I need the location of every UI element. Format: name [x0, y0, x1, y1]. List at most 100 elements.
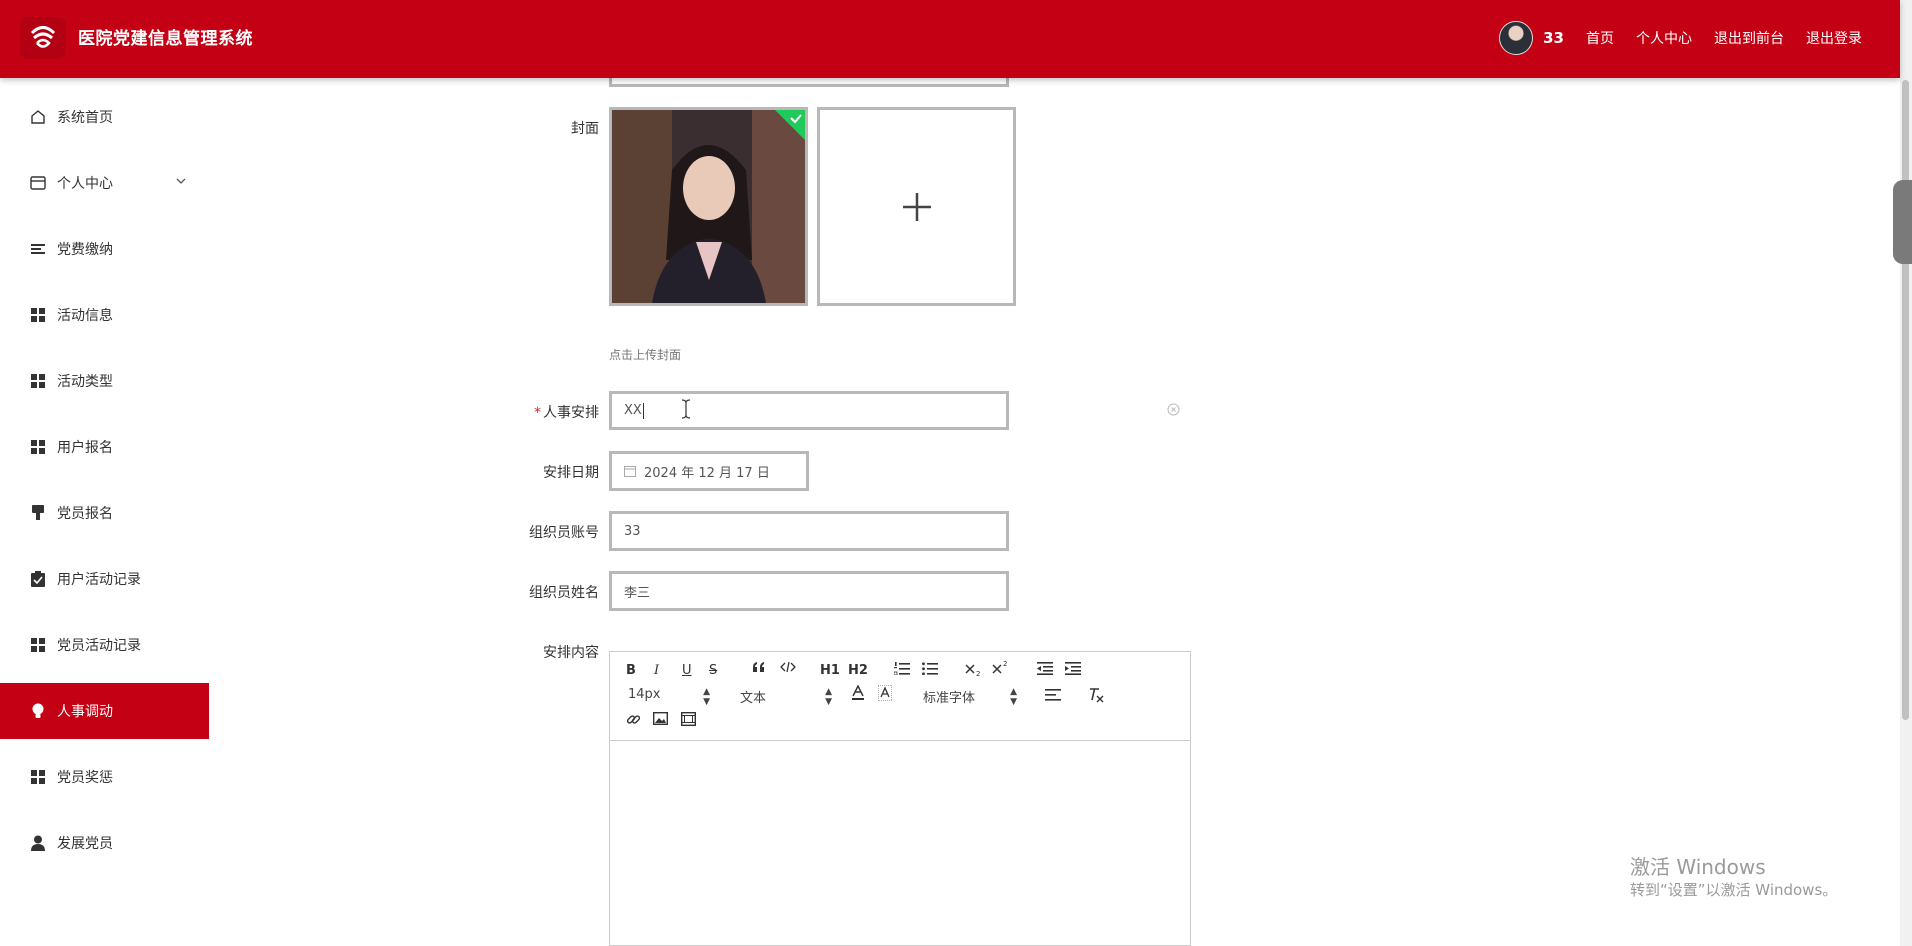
- scrollbar-thumb[interactable]: [1902, 80, 1909, 720]
- sidebar-item-label: 系统首页: [57, 110, 113, 126]
- text-caret: [642, 402, 644, 419]
- user-name: 33: [1543, 29, 1564, 47]
- h2-button[interactable]: H2: [848, 663, 868, 678]
- plus-icon: [903, 193, 931, 221]
- page-scrollbar[interactable]: [1900, 0, 1912, 946]
- subscript-icon[interactable]: 2: [965, 661, 983, 681]
- nav-home-link[interactable]: 首页: [1586, 28, 1614, 48]
- font-size-value: 14px: [628, 687, 661, 702]
- clear-format-icon[interactable]: [1088, 687, 1104, 707]
- header-nav: 33 首页 个人中心 退出到前台 退出登录: [1499, 20, 1862, 56]
- code-icon[interactable]: [780, 661, 796, 677]
- app-logo[interactable]: [20, 17, 66, 59]
- outdent-icon[interactable]: [1037, 662, 1053, 679]
- blockquote-icon[interactable]: [752, 661, 766, 677]
- grid-icon: [29, 306, 47, 324]
- text-style-select[interactable]: 文本 ▲ ▼: [740, 687, 832, 707]
- rich-text-editor: B I U S H1 H2 2 2 14px ▲ ▼ 文本 ▲ ▼ 标准字体 ▲…: [609, 651, 1191, 946]
- chevron-down-icon: [176, 173, 186, 189]
- date-picker-input[interactable]: 2024 年 12 月 17 日: [609, 451, 809, 491]
- editor-toolbar: B I U S H1 H2 2 2 14px ▲ ▼ 文本 ▲ ▼ 标准字体 ▲…: [610, 652, 1190, 741]
- font-size-select[interactable]: 14px ▲ ▼: [628, 687, 710, 707]
- sidebar-item-member-rewards[interactable]: 党员奖惩: [0, 749, 209, 805]
- sidebar-item-personnel-transfer[interactable]: 人事调动: [0, 683, 209, 739]
- sidebar-item-label: 用户报名: [57, 440, 113, 456]
- font-family-select[interactable]: 标准字体 ▲ ▼: [923, 687, 1017, 707]
- upload-cover-button[interactable]: [817, 107, 1016, 306]
- nav-profile-link[interactable]: 个人中心: [1636, 28, 1692, 48]
- sidebar-item-label: 人事调动: [57, 704, 113, 720]
- sidebar-item-label: 发展党员: [57, 836, 113, 852]
- sidebar-item-label: 党员报名: [57, 506, 113, 522]
- ordered-list-icon[interactable]: [893, 662, 910, 679]
- link-icon[interactable]: [626, 712, 641, 731]
- activation-watermark-subtitle: 转到“设置”以激活 Windows。: [1630, 881, 1838, 899]
- h1-button[interactable]: H1: [820, 663, 840, 678]
- grid-icon: [29, 438, 47, 456]
- sidebar-item-member-signup[interactable]: 党员报名: [0, 485, 209, 541]
- account-input[interactable]: 33: [609, 511, 1009, 551]
- text-cursor-icon: [681, 399, 691, 419]
- sidebar-item-label: 用户活动记录: [57, 572, 141, 588]
- cover-upload-hint: 点击上传封面: [609, 348, 682, 362]
- editor-content-area[interactable]: [610, 741, 1190, 946]
- top-header: 医院党建信息管理系统 33 首页 个人中心 退出到前台 退出登录: [0, 0, 1900, 78]
- required-mark: *: [534, 405, 541, 421]
- grid-icon: [29, 372, 47, 390]
- app-title: 医院党建信息管理系统: [78, 29, 253, 49]
- date-value: 2024 年 12 月 17 日: [644, 465, 770, 481]
- grid-icon: [29, 636, 47, 654]
- sidebar-item-label: 党员奖惩: [57, 770, 113, 786]
- name-input-value: 李三: [624, 585, 651, 601]
- select-arrows-icon: ▲ ▼: [1010, 687, 1017, 707]
- personnel-input[interactable]: XX: [609, 391, 1009, 430]
- sidebar-item-user-activity-log[interactable]: 用户活动记录: [0, 551, 209, 607]
- font-color-icon[interactable]: [851, 684, 865, 705]
- svg-text:2: 2: [1003, 660, 1007, 668]
- select-arrows-icon: ▲ ▼: [703, 687, 710, 707]
- underline-button[interactable]: U: [682, 663, 692, 678]
- home-icon: [29, 108, 47, 126]
- avatar[interactable]: [1499, 21, 1534, 55]
- image-icon[interactable]: [652, 711, 669, 729]
- background-color-icon[interactable]: [877, 684, 893, 705]
- nav-frontend-link[interactable]: 退出到前台: [1714, 28, 1784, 48]
- user-icon: [29, 834, 47, 852]
- bold-button[interactable]: B: [626, 663, 636, 678]
- bullet-list-icon[interactable]: [922, 662, 938, 679]
- indent-icon[interactable]: [1065, 662, 1081, 679]
- nav-logout-link[interactable]: 退出登录: [1806, 28, 1862, 48]
- sidebar-item-member-activity-log[interactable]: 党员活动记录: [0, 617, 209, 673]
- sidebar-item-activity-info[interactable]: 活动信息: [0, 287, 209, 343]
- italic-button[interactable]: I: [654, 663, 659, 678]
- calendar-icon: [624, 466, 636, 477]
- align-icon[interactable]: [1045, 689, 1061, 705]
- sidebar-item-dues[interactable]: 党费缴纳: [0, 221, 209, 277]
- sidebar-item-label: 活动类型: [57, 374, 113, 390]
- name-input[interactable]: 李三: [609, 571, 1009, 611]
- strike-button[interactable]: S: [709, 663, 717, 678]
- name-label: 组织员姓名: [529, 585, 599, 601]
- superscript-icon[interactable]: 2: [992, 659, 1010, 679]
- brush-icon: [29, 504, 47, 522]
- sidebar-item-activity-type[interactable]: 活动类型: [0, 353, 209, 409]
- list-icon: [29, 240, 47, 258]
- sidebar-item-profile[interactable]: 个人中心: [0, 155, 209, 211]
- content-label: 安排内容: [543, 645, 599, 661]
- sidebar-item-user-signup[interactable]: 用户报名: [0, 419, 209, 475]
- account-input-value: 33: [624, 523, 641, 539]
- clear-icon[interactable]: [1167, 403, 1180, 416]
- side-drawer-handle[interactable]: [1893, 180, 1912, 264]
- personnel-input-value: XX: [624, 403, 642, 418]
- card-icon: [29, 174, 47, 192]
- activation-watermark-title: 激活 Windows: [1630, 855, 1766, 879]
- sidebar: 系统首页 个人中心 党费缴纳 活动信息 活动类型 用户报名 党员报名 用户活动记…: [0, 78, 209, 946]
- select-arrows-icon: ▲ ▼: [825, 687, 832, 707]
- video-icon[interactable]: [680, 711, 697, 730]
- sidebar-item-home[interactable]: 系统首页: [0, 89, 209, 145]
- cover-image[interactable]: [609, 107, 808, 306]
- text-style-value: 文本: [740, 691, 767, 706]
- sidebar-item-develop-member[interactable]: 发展党员: [0, 815, 209, 871]
- sidebar-item-label: 党员活动记录: [57, 638, 141, 654]
- sidebar-item-label: 个人中心: [57, 176, 113, 192]
